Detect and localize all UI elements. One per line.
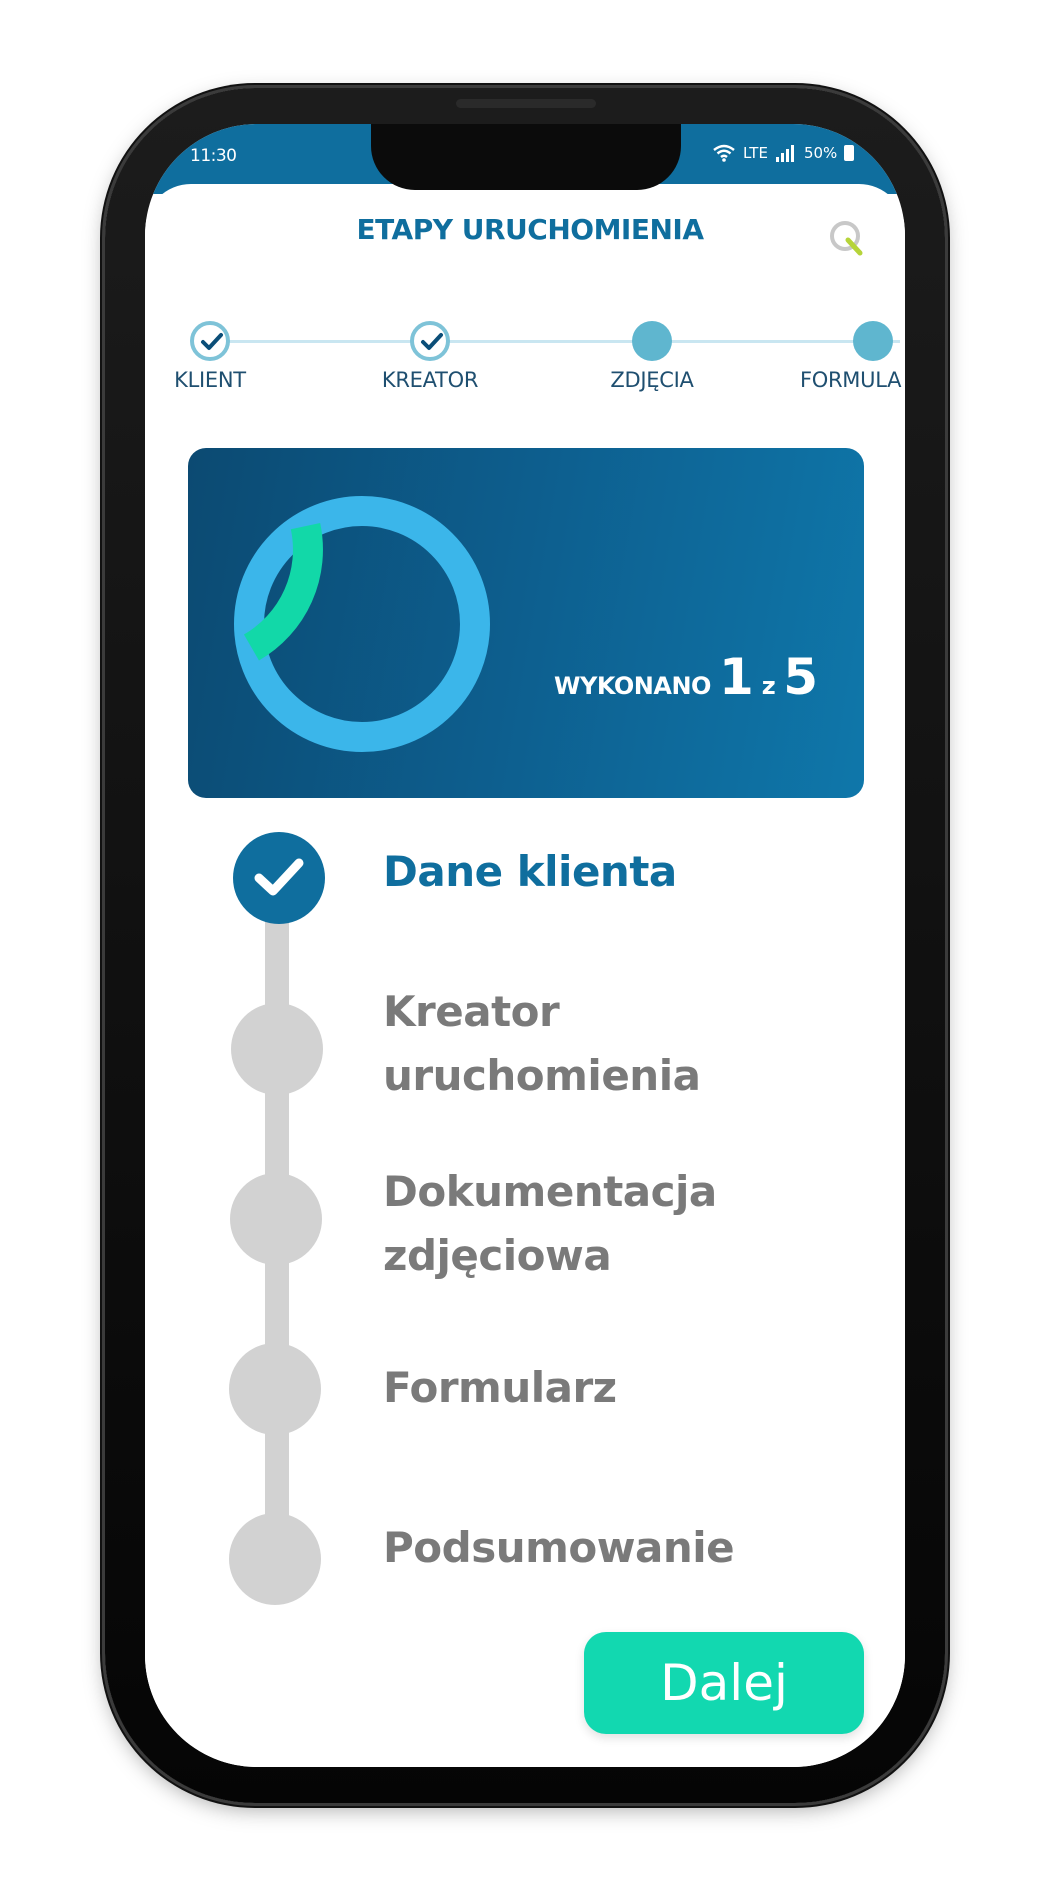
stage-label-line: Kreator	[383, 987, 560, 1036]
step-dot-zdjecia[interactable]	[632, 321, 672, 361]
stage-marker-podsumowanie[interactable]	[229, 1513, 321, 1605]
progress-ring	[234, 496, 490, 752]
progress-card: WYKONANO 1 z 5	[188, 448, 864, 798]
progress-label: WYKONANO	[554, 672, 711, 700]
battery-icon	[844, 145, 855, 161]
camera-notch	[371, 124, 681, 190]
progress-done: 1	[718, 648, 754, 706]
stage-label-kreator[interactable]: Kreator uruchomienia	[383, 980, 803, 1108]
check-icon	[254, 858, 304, 896]
next-button[interactable]: Dalej	[584, 1632, 864, 1734]
stage-marker-dane-klienta[interactable]	[233, 832, 325, 924]
battery-label: 50%	[803, 144, 838, 162]
earpiece-speaker	[456, 99, 596, 108]
wifi-icon	[713, 144, 735, 162]
stage-label-line: Dane klienta	[383, 847, 677, 896]
step-dot-klient[interactable]	[190, 321, 230, 361]
progress-separator: z	[761, 672, 776, 700]
stage-label-dokumentacja[interactable]: Dokumentacja zdjęciowa	[383, 1160, 803, 1288]
stage-marker-kreator[interactable]	[231, 1003, 323, 1095]
step-label-formula: FORMULA	[800, 368, 902, 392]
check-icon	[201, 333, 223, 350]
stage-marker-formularz[interactable]	[229, 1343, 321, 1435]
page-title: ETAPY URUCHOMIENIA	[356, 213, 704, 246]
step-label-klient: KLIENT	[174, 368, 246, 392]
step-label-zdjecia: ZDJĘCIA	[610, 368, 694, 392]
q-logo-icon[interactable]	[827, 218, 867, 258]
step-label-kreator: KREATOR	[381, 368, 479, 392]
step-dot-kreator[interactable]	[410, 321, 450, 361]
stage-label-formularz[interactable]: Formularz	[383, 1356, 803, 1420]
stage-label-line: uruchomienia	[383, 1051, 701, 1100]
stepper-track	[210, 340, 900, 343]
stage-label-line: Podsumowanie	[383, 1523, 735, 1572]
stage-label-dane-klienta[interactable]: Dane klienta	[383, 840, 803, 904]
progress-summary: WYKONANO 1 z 5	[554, 648, 818, 706]
network-label: LTE	[743, 144, 768, 162]
signal-icon	[775, 145, 794, 162]
stage-label-line: zdjęciowa	[383, 1231, 612, 1280]
step-dot-formula[interactable]	[853, 321, 893, 361]
stage-label-line: Dokumentacja	[383, 1167, 717, 1216]
stage-marker-dokumentacja[interactable]	[230, 1173, 322, 1265]
stage-label-line: Formularz	[383, 1363, 617, 1412]
stage-label-podsumowanie[interactable]: Podsumowanie	[383, 1516, 803, 1580]
status-time: 11:30	[190, 146, 237, 166]
check-icon	[421, 333, 443, 350]
status-indicators: LTE 50%	[712, 144, 855, 162]
progress-total: 5	[783, 648, 818, 706]
